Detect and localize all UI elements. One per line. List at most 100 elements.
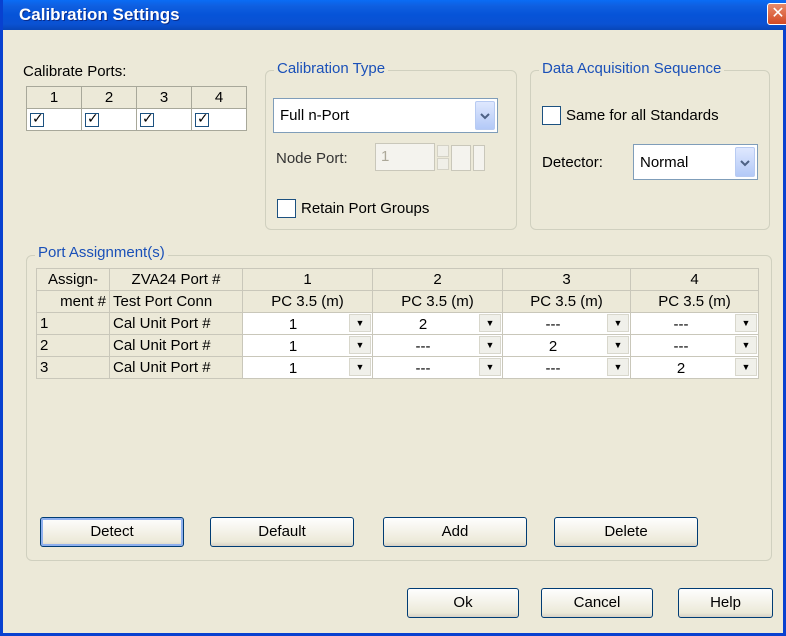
- cal-unit-port-value: 2: [418, 316, 428, 333]
- check-icon: ✓: [142, 110, 154, 127]
- dropdown-arrow-icon[interactable]: ▼: [607, 336, 629, 354]
- cal-unit-port-value: ---: [673, 338, 689, 355]
- same-for-all-standards-checkbox[interactable]: [542, 106, 561, 125]
- detect-button[interactable]: Detect: [40, 517, 184, 547]
- cal-unit-port-select[interactable]: 1 ▼: [242, 312, 373, 335]
- port-check-cell-3: ✓: [136, 108, 192, 131]
- port-assignment-table: Assign- ZVA24 Port # 1 2 3 4 ment # Test…: [36, 268, 759, 379]
- cal-unit-port-select[interactable]: 2 ▼: [372, 312, 503, 335]
- node-port-input[interactable]: 1: [375, 143, 435, 171]
- port-header-2: 2: [81, 86, 137, 109]
- assign-header: Assign-: [36, 268, 110, 291]
- cal-unit-port-value: 1: [288, 316, 298, 333]
- cal-unit-port-select[interactable]: --- ▼: [630, 334, 759, 357]
- calibrate-ports-label: Calibrate Ports:: [23, 63, 127, 80]
- port-2-checkbox[interactable]: ✓: [85, 110, 99, 128]
- cal-unit-port-select[interactable]: 1 ▼: [242, 356, 373, 379]
- port-header-1: 1: [26, 86, 82, 109]
- cal-unit-port-value: ---: [415, 360, 431, 377]
- cal-unit-port-value: ---: [673, 316, 689, 333]
- node-port-spin-down[interactable]: [437, 158, 449, 170]
- add-button[interactable]: Add: [383, 517, 527, 547]
- table-row: 2 Cal Unit Port # 1 ▼ --- ▼ 2 ▼ --- ▼: [36, 334, 759, 357]
- cal-unit-port-select[interactable]: --- ▼: [502, 312, 631, 335]
- dropdown-arrow-icon[interactable]: ▼: [607, 358, 629, 376]
- calibration-type-title: Calibration Type: [274, 60, 389, 77]
- calibration-type-select[interactable]: Full n-Port: [273, 98, 498, 133]
- close-icon: ✕: [771, 5, 785, 22]
- table-row: 1 Cal Unit Port # 1 ▼ 2 ▼ --- ▼ --- ▼: [36, 312, 759, 335]
- detector-select[interactable]: Normal: [633, 144, 758, 180]
- port-4-checkbox[interactable]: ✓: [195, 110, 209, 128]
- port-2-header: 2: [372, 268, 503, 291]
- cal-unit-port-value: 2: [676, 360, 686, 377]
- cal-unit-port-value: 1: [288, 360, 298, 377]
- connector-3: PC 3.5 (m): [502, 290, 631, 313]
- row-label: Cal Unit Port #: [109, 312, 243, 335]
- port-header-3: 3: [136, 86, 192, 109]
- node-port-minus-button[interactable]: [473, 145, 485, 171]
- dropdown-arrow-icon[interactable]: ▼: [479, 358, 501, 376]
- row-number: 3: [36, 356, 110, 379]
- dropdown-arrow-icon[interactable]: ▼: [735, 314, 757, 332]
- dropdown-arrow-icon[interactable]: ▼: [349, 358, 371, 376]
- dropdown-arrow-icon[interactable]: ▼: [349, 336, 371, 354]
- connector-4: PC 3.5 (m): [630, 290, 759, 313]
- port-4-header: 4: [630, 268, 759, 291]
- dropdown-arrow-icon[interactable]: ▼: [479, 336, 501, 354]
- zva-port-header: ZVA24 Port #: [109, 268, 243, 291]
- window-title: Calibration Settings: [19, 5, 180, 24]
- chevron-down-icon: [475, 101, 495, 130]
- cancel-button[interactable]: Cancel: [541, 588, 653, 618]
- delete-button[interactable]: Delete: [554, 517, 698, 547]
- help-button[interactable]: Help: [678, 588, 773, 618]
- close-button[interactable]: ✕: [767, 3, 786, 25]
- cal-unit-port-value: ---: [545, 360, 561, 377]
- check-icon: ✓: [197, 110, 209, 127]
- retain-port-groups-checkbox[interactable]: [277, 199, 296, 218]
- cal-unit-port-select[interactable]: 2 ▼: [502, 334, 631, 357]
- test-port-conn-header: Test Port Conn: [109, 290, 243, 313]
- row-label: Cal Unit Port #: [109, 334, 243, 357]
- cal-unit-port-value: 1: [288, 338, 298, 355]
- dropdown-arrow-icon[interactable]: ▼: [735, 336, 757, 354]
- cal-unit-port-value: 2: [548, 338, 558, 355]
- calibration-type-value: Full n-Port: [280, 107, 350, 124]
- dropdown-arrow-icon[interactable]: ▼: [479, 314, 501, 332]
- dropdown-arrow-icon[interactable]: ▼: [735, 358, 757, 376]
- port-3-checkbox[interactable]: ✓: [140, 110, 154, 128]
- cal-unit-port-select[interactable]: 2 ▼: [630, 356, 759, 379]
- port-3-header: 3: [502, 268, 631, 291]
- data-acquisition-title: Data Acquisition Sequence: [539, 60, 725, 77]
- same-for-all-standards-label: Same for all Standards: [566, 107, 719, 124]
- ok-button[interactable]: Ok: [407, 588, 519, 618]
- port-header-4: 4: [191, 86, 247, 109]
- table-row: 3 Cal Unit Port # 1 ▼ --- ▼ --- ▼ 2 ▼: [36, 356, 759, 379]
- node-port-label: Node Port:: [276, 150, 348, 167]
- port-check-cell-4: ✓: [191, 108, 247, 131]
- assign-header-2: ment #: [36, 290, 110, 313]
- default-button[interactable]: Default: [210, 517, 354, 547]
- row-number: 1: [36, 312, 110, 335]
- cal-unit-port-value: ---: [545, 316, 561, 333]
- chevron-down-icon: [735, 147, 755, 177]
- cal-unit-port-select[interactable]: --- ▼: [372, 356, 503, 379]
- port-check-cell-1: ✓: [26, 108, 82, 131]
- port-1-header: 1: [242, 268, 373, 291]
- row-label: Cal Unit Port #: [109, 356, 243, 379]
- port-1-checkbox[interactable]: ✓: [30, 110, 44, 128]
- cal-unit-port-select[interactable]: --- ▼: [502, 356, 631, 379]
- port-check-cell-2: ✓: [81, 108, 137, 131]
- node-port-spin-up[interactable]: [437, 145, 449, 157]
- node-port-apply-button[interactable]: [451, 145, 471, 171]
- cal-unit-port-select[interactable]: --- ▼: [630, 312, 759, 335]
- dropdown-arrow-icon[interactable]: ▼: [349, 314, 371, 332]
- title-bar: Calibration Settings ✕: [3, 0, 786, 30]
- detector-label: Detector:: [542, 154, 603, 171]
- calibrate-ports-table: 1 2 3 4 ✓ ✓ ✓ ✓: [26, 86, 247, 131]
- cal-unit-port-select[interactable]: 1 ▼: [242, 334, 373, 357]
- check-icon: ✓: [87, 110, 99, 127]
- dropdown-arrow-icon[interactable]: ▼: [607, 314, 629, 332]
- row-number: 2: [36, 334, 110, 357]
- cal-unit-port-select[interactable]: --- ▼: [372, 334, 503, 357]
